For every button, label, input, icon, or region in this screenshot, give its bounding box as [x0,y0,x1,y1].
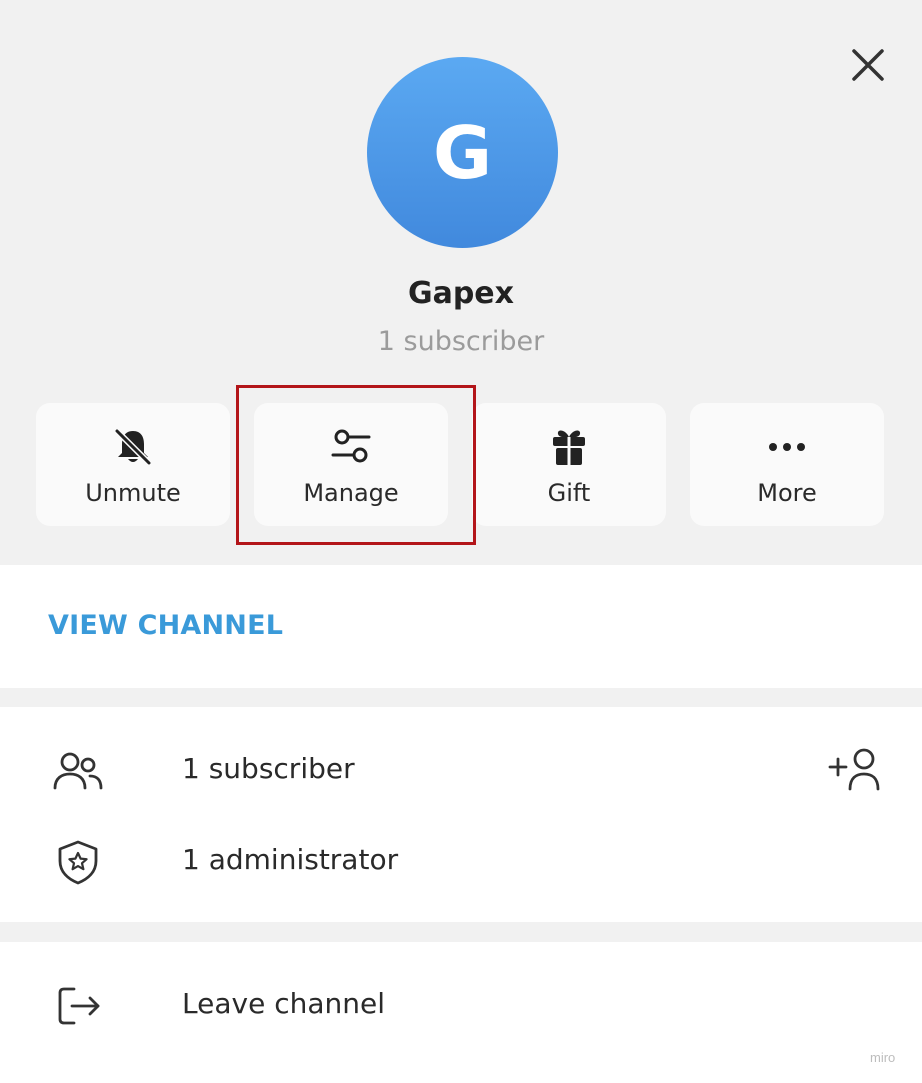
more-label: More [757,479,817,507]
subscriber-count: 1 subscriber [377,326,545,357]
leave-icon [58,987,100,1025]
channel-avatar: G [367,57,558,248]
add-user-icon [828,748,880,791]
bell-off-icon [113,427,153,467]
avatar-letter: G [432,110,493,195]
close-button[interactable] [846,43,890,87]
close-icon [852,49,884,81]
gift-button[interactable]: Gift [472,403,666,526]
more-icon [769,443,805,451]
unmute-button[interactable]: Unmute [36,403,230,526]
channel-name: Gapex [407,276,515,311]
gift-icon [553,430,585,465]
subscribers-label: 1 subscriber [182,752,355,785]
administrators-label: 1 administrator [182,843,399,876]
unmute-label: Unmute [85,479,181,507]
shield-star-icon [58,840,98,885]
leave-channel-row[interactable]: Leave channel [0,965,922,1045]
users-icon [53,752,103,790]
watermark: miro [870,1050,896,1065]
subscribers-row[interactable]: 1 subscriber [0,730,922,810]
view-channel-link[interactable]: VIEW CHANNEL [48,610,283,641]
gift-label: Gift [547,479,591,507]
highlight-box [236,385,476,545]
leave-channel-label: Leave channel [182,987,385,1020]
add-subscriber-button[interactable] [826,747,886,793]
more-button[interactable]: More [690,403,884,526]
administrators-row[interactable]: 1 administrator [0,821,922,901]
